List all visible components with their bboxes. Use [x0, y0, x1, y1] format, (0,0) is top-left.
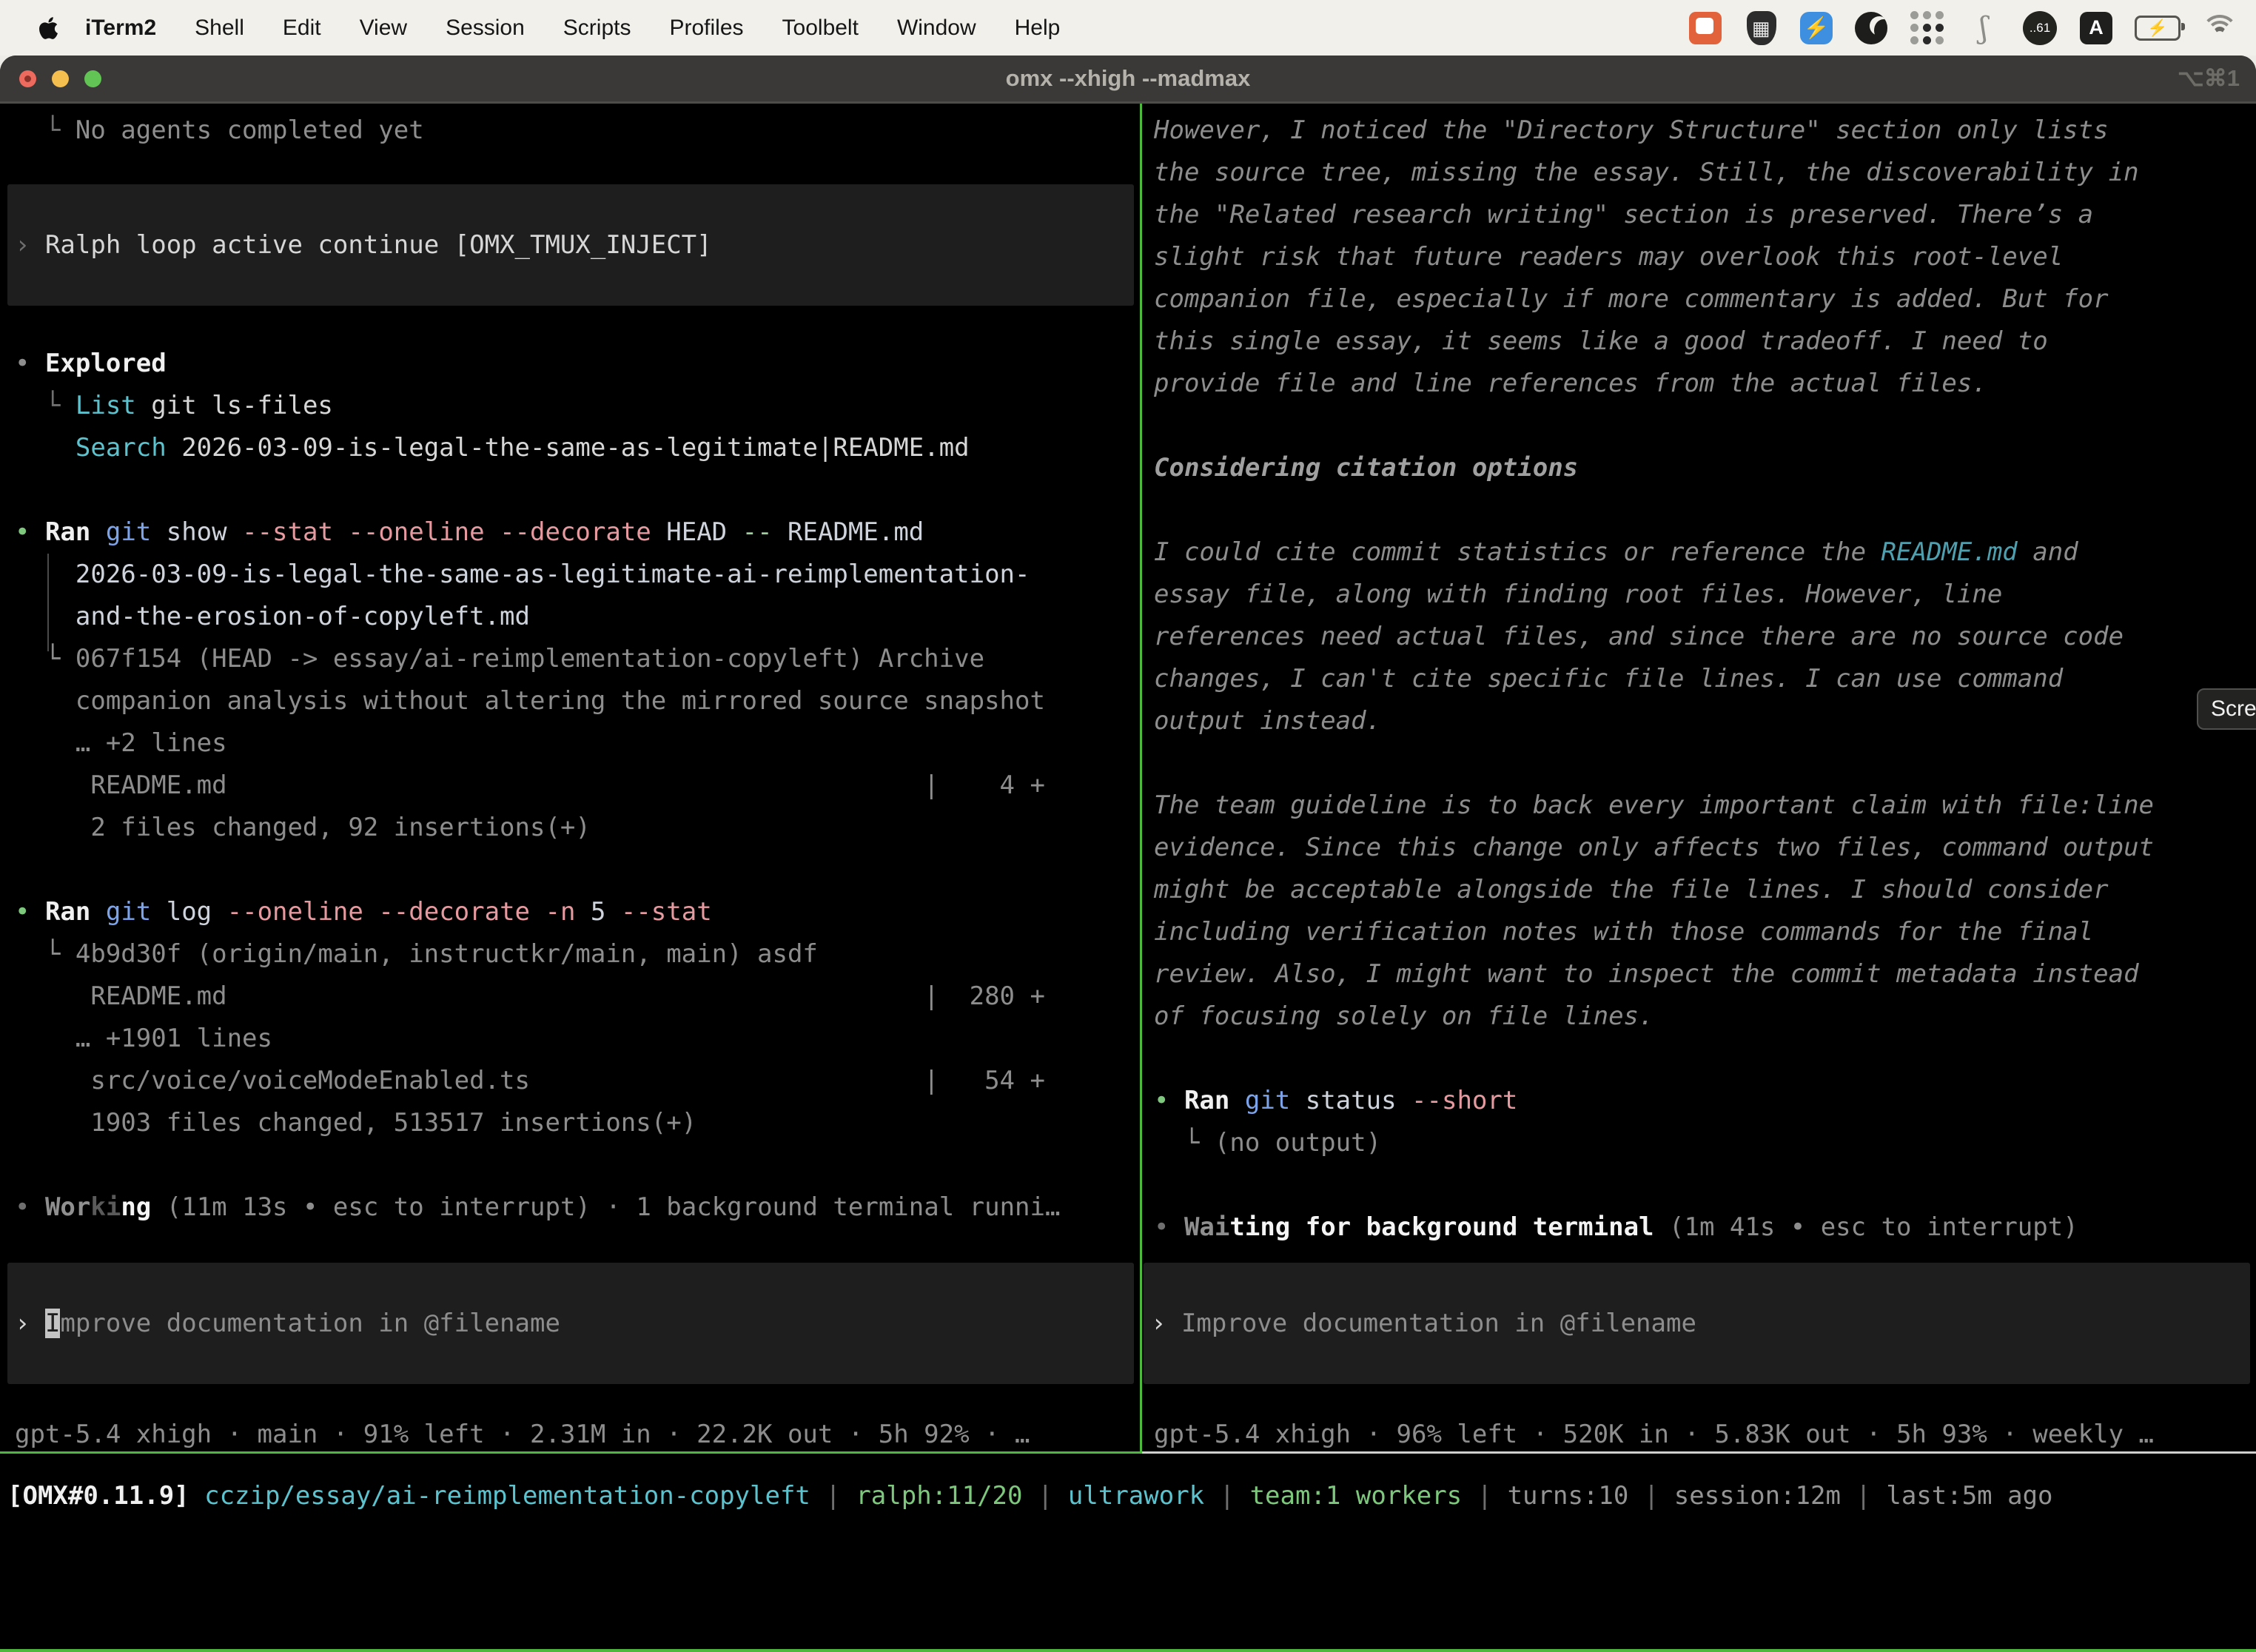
omx-last: last:5m ago	[1886, 1481, 2052, 1511]
menu-item-shell[interactable]: Shell	[175, 0, 263, 56]
menu-item-scripts[interactable]: Scripts	[544, 0, 651, 56]
git-show-output-line: companion analysis without altering the …	[0, 680, 1140, 722]
menu-item-help[interactable]: Help	[996, 0, 1080, 56]
git-log-summary-line: 1903 files changed, 513517 insertions(+)	[0, 1102, 1140, 1144]
tree-guide-line	[47, 554, 49, 651]
reasoning-line: provide file and line references from th…	[1142, 363, 2256, 405]
explored-list-line: └ List git ls-files	[0, 385, 1140, 427]
pane-border-bottom-right	[1142, 1451, 2256, 1454]
git-show-output-line: └ 067f154 (HEAD -> essay/ai-reimplementa…	[0, 638, 1140, 680]
apple-menu-icon[interactable]	[38, 16, 58, 41]
window-shortcut-badge: ⌥⌘1	[2178, 56, 2240, 101]
reasoning-line: review. Also, I might want to inspect th…	[1142, 953, 2256, 995]
minimize-button[interactable]	[52, 70, 69, 87]
cmd-wrap-line: and-the-erosion-of-copyleft.md	[0, 596, 1140, 638]
pane-border-bottom-left	[0, 1451, 1140, 1454]
terminal-area: └ No agents completed yet › Ralph loop a…	[0, 104, 2256, 1652]
prompt-input-left[interactable]: › Improve documentation in @filename	[7, 1263, 1134, 1384]
tmux-pane-left[interactable]: └ No agents completed yet › Ralph loop a…	[0, 104, 1140, 1456]
screen-tooltip: Scre	[2197, 688, 2256, 730]
reasoning-line: this single essay, it seems like a good …	[1142, 320, 2256, 363]
reasoning-line: However, I noticed the "Directory Struct…	[1142, 110, 2256, 152]
reasoning-line: including verification notes with those …	[1142, 911, 2256, 953]
window-titlebar[interactable]: omx --xhigh --madmax ⌥⌘1	[0, 56, 2256, 104]
reasoning-line: I could cite commit statistics or refere…	[1142, 531, 2256, 574]
explored-line: • Explored	[0, 343, 1140, 385]
git-status-output-line: └ (no output)	[1142, 1122, 2256, 1164]
explored-search-line: Search 2026-03-09-is-legal-the-same-as-l…	[0, 427, 1140, 469]
squiggle-icon[interactable]: ʃ	[1966, 10, 2001, 46]
window-title: omx --xhigh --madmax	[0, 65, 2256, 92]
reasoning-line: companion file, especially if more comme…	[1142, 278, 2256, 320]
git-show-stat-line: README.md | 4 +	[0, 765, 1140, 807]
menu-items: iTerm2 Shell Edit View Session Scripts P…	[66, 0, 1079, 56]
reasoning-line: might be acceptable alongside the file l…	[1142, 869, 2256, 911]
reasoning-line: essay file, along with finding root file…	[1142, 574, 2256, 616]
omx-mode: ultrawork	[1068, 1481, 1220, 1511]
prompt-input-right[interactable]: › Improve documentation in @filename	[1144, 1263, 2250, 1384]
wifi-icon[interactable]	[2201, 15, 2235, 41]
zoom-button[interactable]	[84, 70, 101, 87]
tmux-pane-right[interactable]: However, I noticed the "Directory Struct…	[1142, 104, 2256, 1456]
reasoning-line: slight risk that future readers may over…	[1142, 236, 2256, 278]
omx-turns: turns:10	[1508, 1481, 1644, 1511]
reasoning-line: the "Related research writing" section i…	[1142, 194, 2256, 236]
reasoning-line: the source tree, missing the essay. Stil…	[1142, 152, 2256, 194]
omx-team: team:1 workers	[1250, 1481, 1477, 1511]
reasoning-line: The team guideline is to back every impo…	[1142, 785, 2256, 827]
reasoning-line: of focusing solely on file lines.	[1142, 995, 2256, 1038]
reasoning-line: output instead.	[1142, 700, 2256, 742]
messages-icon[interactable]	[1688, 10, 1723, 46]
shield-grid-icon[interactable]	[1744, 10, 1779, 46]
crescent-app-icon[interactable]	[1853, 10, 1889, 46]
ran-git-log-line: • Ran git log --oneline --decorate -n 5 …	[0, 891, 1140, 933]
omx-ralph-counter: ralph:11/20	[856, 1481, 1038, 1511]
git-log-stat-line: src/voice/voiceModeEnabled.ts | 54 +	[0, 1060, 1140, 1102]
working-status-line: • Working (11m 13s • esc to interrupt) ·…	[0, 1186, 1140, 1229]
git-show-summary-line: 2 files changed, 92 insertions(+)	[0, 807, 1140, 849]
menu-item-view[interactable]: View	[340, 0, 426, 56]
menu-item-iterm2[interactable]: iTerm2	[66, 0, 175, 56]
omx-branch-path: cczip/essay/ai-reimplementation-copyleft	[189, 1481, 826, 1511]
percent-badge-icon[interactable]: ..61	[2022, 10, 2058, 46]
reasoning-heading: Considering citation options	[1142, 447, 2256, 489]
omx-session: session:12m	[1674, 1481, 1856, 1511]
reasoning-line: changes, I can't cite specific file line…	[1142, 658, 2256, 700]
omx-status-line: [OMX#0.11.9] cczip/essay/ai-reimplementa…	[7, 1475, 2250, 1517]
reasoning-line: references need actual files, and since …	[1142, 616, 2256, 658]
dots-grid-icon[interactable]	[1910, 10, 1945, 46]
menu-item-session[interactable]: Session	[426, 0, 544, 56]
menu-status-icons: ⚡ ʃ ..61 A ⚡	[1688, 10, 2235, 46]
battery-icon[interactable]: ⚡	[2135, 16, 2181, 41]
menu-item-window[interactable]: Window	[878, 0, 996, 56]
ran-git-status-line: • Ran git status --short	[1142, 1080, 2256, 1122]
git-log-output-line: └ 4b9d30f (origin/main, instructkr/main,…	[0, 933, 1140, 976]
reasoning-line: evidence. Since this change only affects…	[1142, 827, 2256, 869]
ran-git-show-line: • Ran git show --stat --oneline --decora…	[0, 511, 1140, 554]
readme-link: README.md	[1881, 537, 2018, 567]
text-cursor: I	[45, 1309, 60, 1338]
omx-version: [OMX#0.11.9]	[7, 1481, 189, 1511]
tmux-status-bar[interactable]: [omx-cczip0:bash* "MacBook-Pro-44.local"…	[0, 1649, 2256, 1652]
model-status-right: gpt-5.4 xhigh · 96% left · 520K in · 5.8…	[1142, 1414, 2256, 1456]
menu-item-profiles[interactable]: Profiles	[650, 0, 762, 56]
git-log-stat-line: README.md | 280 +	[0, 976, 1140, 1018]
cmd-wrap-line: 2026-03-09-is-legal-the-same-as-legitima…	[0, 554, 1140, 596]
macos-menu-bar: iTerm2 Shell Edit View Session Scripts P…	[0, 0, 2256, 56]
menu-item-toolbelt[interactable]: Toolbelt	[763, 0, 878, 56]
menu-item-edit[interactable]: Edit	[263, 0, 340, 56]
input-source-icon[interactable]: A	[2078, 10, 2114, 46]
git-show-output-line: … +2 lines	[0, 722, 1140, 765]
close-button[interactable]	[19, 70, 36, 87]
git-log-output-line: … +1901 lines	[0, 1018, 1140, 1060]
waiting-status-line: • Waiting for background terminal (1m 41…	[1142, 1206, 2256, 1249]
injected-prompt-box[interactable]: › Ralph loop active continue [OMX_TMUX_I…	[7, 184, 1134, 306]
agents-note-line: └ No agents completed yet	[0, 110, 1140, 152]
screen: iTerm2 Shell Edit View Session Scripts P…	[0, 0, 2256, 1652]
bolt-badge-icon[interactable]: ⚡	[1800, 12, 1833, 44]
iterm2-window: omx --xhigh --madmax ⌥⌘1 └ No agents com…	[0, 56, 2256, 1652]
model-status-left: gpt-5.4 xhigh · main · 91% left · 2.31M …	[0, 1414, 1140, 1456]
